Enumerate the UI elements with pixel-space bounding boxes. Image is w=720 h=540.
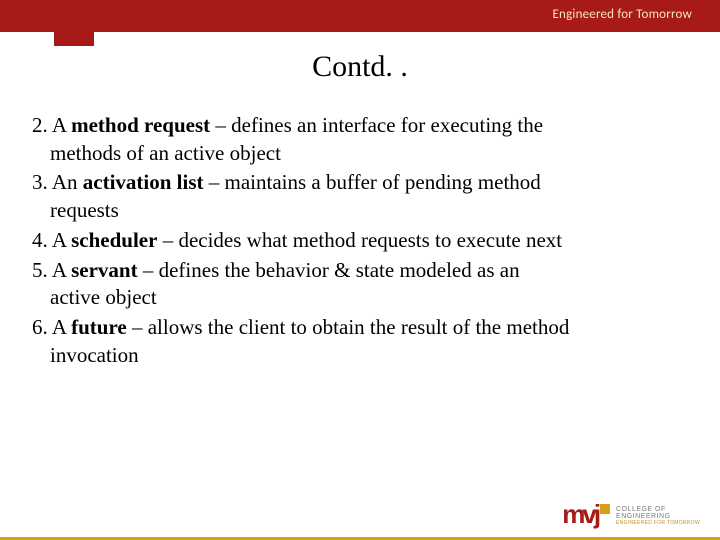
- item-pre: A: [48, 228, 71, 252]
- content-body: 2. A method request – defines an interfa…: [32, 112, 688, 371]
- item-pre: An: [48, 170, 83, 194]
- item-term: scheduler: [71, 228, 157, 252]
- list-item: 4. A scheduler – decides what method req…: [32, 227, 688, 255]
- header-tagline: Engineered for Tomorrow: [553, 7, 693, 22]
- item-number: 6.: [32, 315, 48, 339]
- item-term: servant: [71, 258, 138, 282]
- list-item: 2. A method request – defines an interfa…: [32, 112, 688, 167]
- item-term: activation list: [83, 170, 204, 194]
- item-post: – defines the behavior & state modeled a…: [138, 258, 520, 282]
- header-notch: [54, 32, 94, 46]
- logo-subtitle: ENGINEERED FOR TOMORROW: [616, 521, 700, 526]
- item-post: – decides what method requests to execut…: [157, 228, 562, 252]
- item-post: – allows the client to obtain the result…: [127, 315, 570, 339]
- item-pre: A: [48, 113, 71, 137]
- item-continuation: methods of an active object: [32, 140, 688, 168]
- item-number: 3.: [32, 170, 48, 194]
- item-term: method request: [71, 113, 210, 137]
- logo-line1: COLLEGE OF: [616, 506, 700, 513]
- list-item: 3. An activation list – maintains a buff…: [32, 169, 688, 224]
- item-continuation: invocation: [32, 342, 688, 370]
- logo-caption: COLLEGE OF ENGINEERING ENGINEERED FOR TO…: [616, 506, 700, 526]
- item-post: – defines an interface for executing the: [210, 113, 543, 137]
- logo-square-icon: [600, 504, 610, 514]
- logo-text-mark: mvj: [562, 499, 598, 529]
- item-number: 5.: [32, 258, 48, 282]
- slide: Engineered for Tomorrow Contd. . 2. A me…: [0, 0, 720, 540]
- item-number: 2.: [32, 113, 48, 137]
- item-continuation: active object: [32, 284, 688, 312]
- item-number: 4.: [32, 228, 48, 252]
- item-continuation: requests: [32, 197, 688, 225]
- list-item: 5. A servant – defines the behavior & st…: [32, 257, 688, 312]
- item-post: – maintains a buffer of pending method: [204, 170, 541, 194]
- header-banner-accent: [0, 0, 440, 32]
- page-title: Contd. .: [0, 50, 720, 84]
- footer-logo: mvj COLLEGE OF ENGINEERING ENGINEERED FO…: [562, 504, 700, 528]
- logo-mark: mvj: [562, 504, 610, 528]
- item-pre: A: [48, 315, 71, 339]
- item-term: future: [71, 315, 127, 339]
- list-item: 6. A future – allows the client to obtai…: [32, 314, 688, 369]
- item-pre: A: [48, 258, 71, 282]
